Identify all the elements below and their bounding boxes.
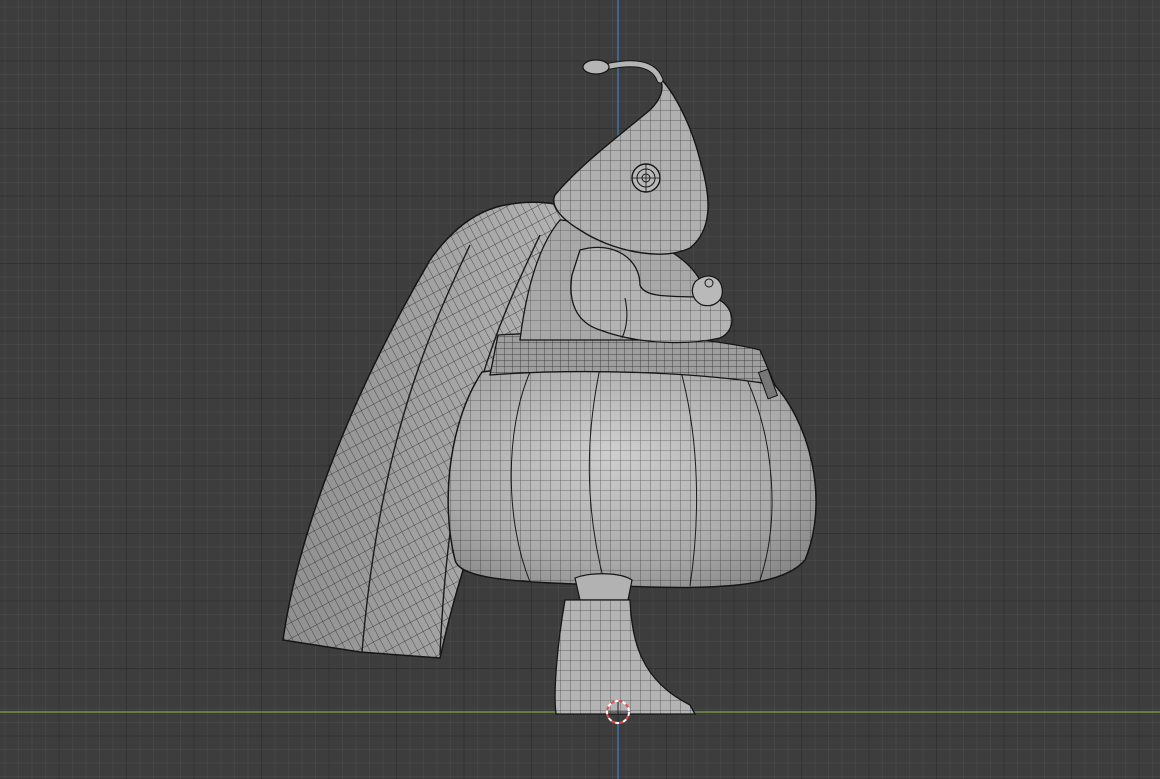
- hand: [691, 275, 723, 307]
- head: [553, 77, 709, 255]
- viewport-scene: [0, 0, 1160, 779]
- antenna: [582, 59, 664, 84]
- boot: [554, 573, 697, 715]
- 3d-cursor-icon[interactable]: [606, 700, 630, 724]
- eye-icon: [631, 163, 661, 193]
- 3d-viewport[interactable]: [0, 0, 1160, 779]
- pants: [447, 362, 817, 589]
